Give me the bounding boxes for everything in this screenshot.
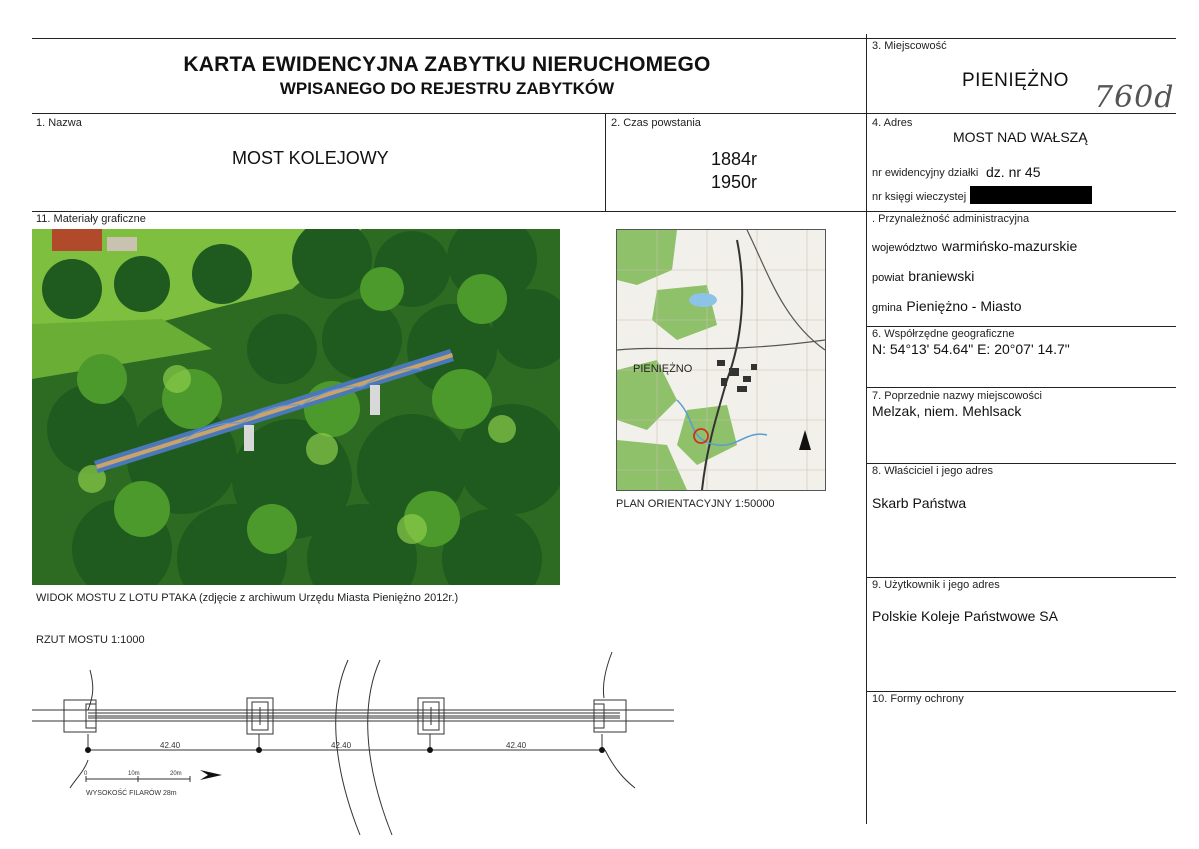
- graphics-label: 11. Materiały graficzne: [36, 213, 146, 225]
- bridge-plan-svg: 42.40 42.40 42.40 0 10m 20m WYSOKOŚĆ FIL…: [32, 651, 674, 836]
- orientation-map: PIENIĘŻNO: [616, 229, 826, 491]
- owner-bottom-rule: [866, 577, 1176, 578]
- card-title: KARTA EWIDENCYJNA ZABYTKU NIERUCHOMEGO: [183, 53, 711, 76]
- pier-height-note: WYSOKOŚĆ FILARÓW 28m: [86, 788, 177, 797]
- parcel-value: dz. nr 45: [986, 164, 1041, 180]
- date-label: 2. Czas powstania: [611, 117, 701, 129]
- land-register-label: nr księgi wieczystej: [872, 191, 967, 203]
- name-date-divider: [605, 113, 606, 212]
- name-label: 1. Nazwa: [36, 117, 82, 129]
- redaction-bar: [970, 186, 1092, 204]
- aerial-photo-illustration: [32, 229, 560, 585]
- span-label-1: 42.40: [160, 741, 181, 750]
- county-row: powiat braniewski: [872, 268, 974, 286]
- voivodeship-label: województwo: [872, 242, 938, 254]
- aerial-photo: [32, 229, 560, 585]
- address-label: 4. Adres: [872, 117, 913, 129]
- user-label: 9. Użytkownik i jego adres: [872, 579, 1000, 591]
- county-label: powiat: [872, 272, 904, 284]
- coords-label: 6. Współrzędne geograficzne: [872, 328, 1015, 340]
- user-value: Polskie Koleje Państwowe SA: [872, 608, 1058, 624]
- address-value: MOST NAD WAŁSZĄ: [953, 129, 1088, 145]
- owner-label: 8. Właściciel i jego adres: [872, 465, 994, 477]
- locality-label: 3. Miejscowość: [872, 40, 947, 52]
- date-value-2: 1950r: [711, 172, 758, 192]
- commune-row: gmina Pieniężno - Miasto: [872, 298, 1022, 316]
- parcel-label: nr ewidencyjny działki: [872, 167, 979, 179]
- protection-label: 10. Formy ochrony: [872, 693, 964, 705]
- user-bottom-rule: [866, 691, 1176, 692]
- owner-value: Skarb Państwa: [872, 495, 967, 511]
- handwritten-number: 760d: [1094, 80, 1175, 115]
- span-label-3: 42.40: [506, 741, 527, 750]
- voivodeship-value: warmińsko-mazurskie: [941, 238, 1078, 254]
- coords-bottom-rule: [866, 387, 1176, 388]
- name-value: MOST KOLEJOWY: [232, 148, 389, 168]
- admin-bottom-rule: [866, 326, 1176, 327]
- right-column-divider: [866, 34, 867, 824]
- bridge-plan-drawing: 42.40 42.40 42.40 0 10m 20m WYSOKOŚĆ FIL…: [30, 640, 680, 840]
- admin-label: . Przynależność administracyjna: [872, 213, 1030, 225]
- row1-bottom-rule: [32, 211, 1176, 212]
- scale-label-0: 0: [84, 771, 88, 777]
- locality-value: PIENIĘŻNO: [962, 70, 1069, 91]
- prevnames-value: Melzak, niem. Mehlsack: [872, 403, 1022, 419]
- coords-value: N: 54°13' 54.64" E: 20°07' 14.7": [872, 341, 1070, 357]
- scale-label-10: 10m: [128, 771, 140, 777]
- prevnames-label: 7. Poprzednie nazwy miejscowości: [872, 390, 1042, 402]
- scale-label-20: 20m: [170, 771, 182, 777]
- map-caption: PLAN ORIENTACYJNY 1:50000: [616, 498, 775, 510]
- photo-caption: WIDOK MOSTU Z LOTU PTAKA (zdjęcie z arch…: [36, 592, 459, 604]
- card-subtitle: WPISANEGO DO REJESTRU ZABYTKÓW: [279, 79, 615, 98]
- commune-value: Pieniężno - Miasto: [906, 298, 1022, 314]
- commune-label: gmina: [872, 302, 902, 314]
- orientation-map-illustration: PIENIĘŻNO: [617, 230, 825, 490]
- prevnames-bottom-rule: [866, 463, 1176, 464]
- voivodeship-row: województwo warmińsko-mazurskie: [872, 238, 1077, 256]
- date-value-1: 1884r: [711, 149, 758, 169]
- top-border: [32, 38, 1176, 39]
- header-bottom-rule: [32, 113, 1176, 114]
- county-value: braniewski: [908, 268, 975, 284]
- span-label-2: 42.40: [331, 741, 352, 750]
- map-town-label: PIENIĘŻNO: [633, 362, 693, 375]
